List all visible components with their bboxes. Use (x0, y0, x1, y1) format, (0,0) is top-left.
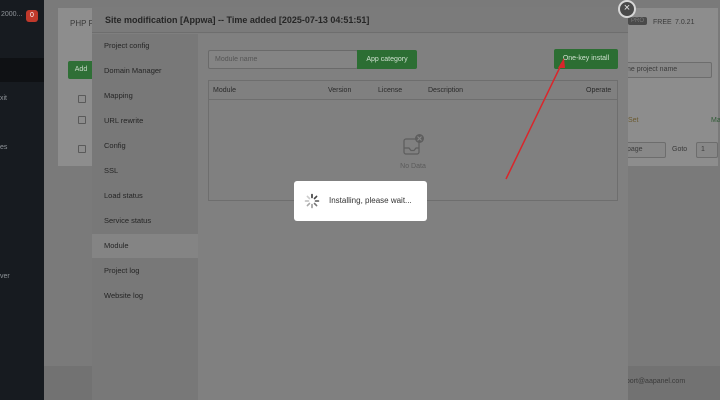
php-project-tab[interactable]: PHP P (70, 19, 94, 28)
pro-badge: PRO (628, 17, 648, 25)
tab-mapping[interactable]: Mapping (92, 84, 198, 108)
spinner-icon (304, 193, 320, 209)
tab-project-log[interactable]: Project log (92, 259, 198, 283)
close-icon[interactable]: × (618, 0, 636, 18)
app-category-button[interactable]: App category (357, 50, 417, 69)
goto-page-input[interactable]: 1 (696, 142, 718, 158)
column-license: License (378, 87, 403, 94)
tab-project-config[interactable]: Project config (92, 34, 198, 58)
tab-ssl[interactable]: SSL (92, 159, 198, 183)
annotation-arrow (505, 58, 565, 180)
column-version: Version (328, 87, 352, 94)
no-data-icon (403, 134, 424, 155)
row-checkbox[interactable] (78, 145, 86, 153)
module-name-input[interactable] (208, 50, 358, 69)
sidebar-badge: 0 (26, 10, 38, 22)
modal-tab-list: Project config Domain Manager Mapping UR… (92, 34, 198, 400)
goto-label: Goto (672, 146, 688, 153)
set-link[interactable]: Set (628, 117, 639, 124)
sidebar-item-xit[interactable]: xit (0, 95, 7, 102)
tab-domain-manager[interactable]: Domain Manager (92, 59, 198, 83)
manage-link[interactable]: Ma (711, 117, 720, 124)
tab-load-status[interactable]: Load status (92, 184, 198, 208)
tab-url-rewrite[interactable]: URL rewrite (92, 109, 198, 133)
project-search-input[interactable]: ne project name (622, 62, 712, 78)
tab-website-log[interactable]: Website log (92, 284, 198, 308)
add-project-button[interactable]: Add (68, 61, 94, 79)
column-description: Description (428, 87, 464, 94)
sidebar-item-ver[interactable]: ver (0, 273, 10, 280)
sidebar-site-count: 2000... (1, 11, 23, 18)
support-email[interactable]: pport@aapanel.com (622, 378, 685, 385)
row-checkbox[interactable] (78, 95, 86, 103)
row-checkbox[interactable] (78, 116, 86, 124)
tab-service-status[interactable]: Service status (92, 209, 198, 233)
loading-toast: Installing, please wait... (294, 181, 427, 221)
column-module: Module (213, 87, 236, 94)
free-label: FREE (653, 19, 672, 26)
app-sidebar: 2000... 0 xit es ver (0, 0, 44, 400)
modal-title: Site modification [Appwa] -- Time added … (105, 15, 370, 25)
tab-config[interactable]: Config (92, 134, 198, 158)
modal-header: Site modification [Appwa] -- Time added … (92, 7, 628, 33)
loading-message: Installing, please wait... (329, 196, 412, 205)
php-version: 7.0.21 (675, 19, 695, 26)
sidebar-item-es[interactable]: es (0, 144, 7, 151)
column-operate: Operate (586, 87, 612, 94)
tab-module[interactable]: Module (92, 234, 198, 258)
sidebar-active-item[interactable] (0, 58, 44, 82)
